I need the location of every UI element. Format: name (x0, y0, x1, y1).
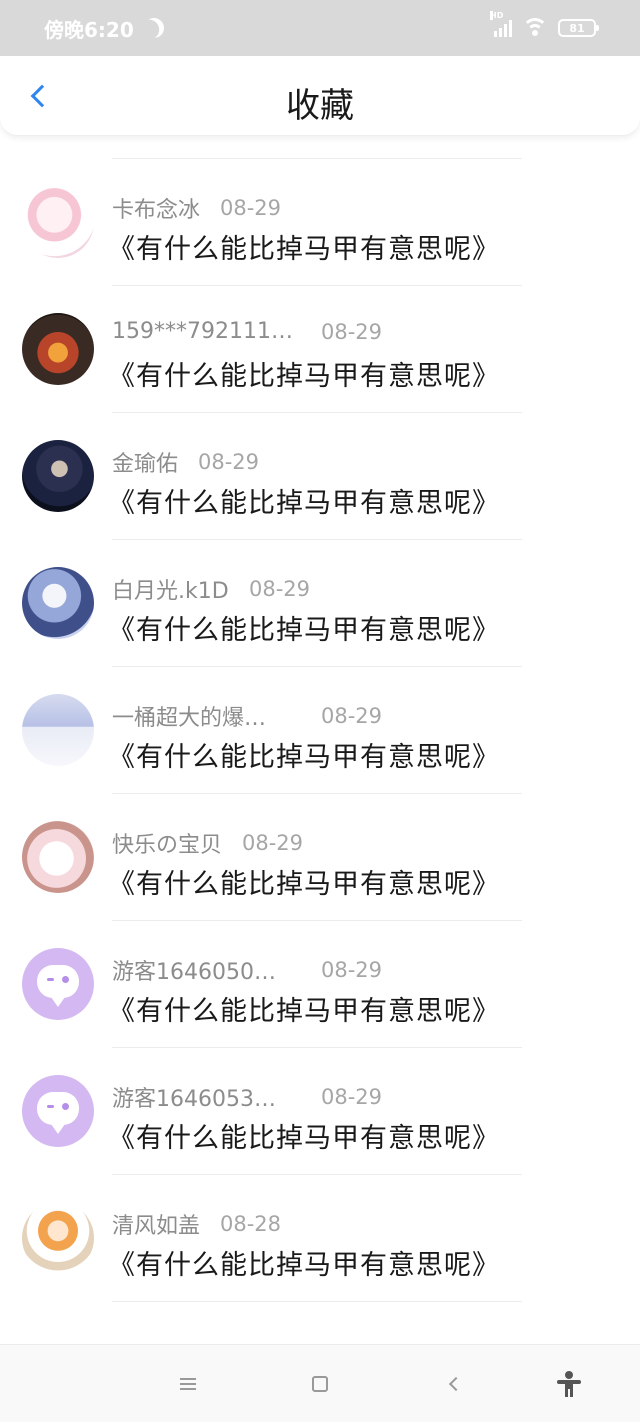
author-name[interactable]: 白月光.k1D (112, 573, 229, 605)
avatar[interactable] (22, 440, 94, 512)
status-time: 傍晚6:20 (44, 17, 134, 42)
list-item[interactable]: 白月光.k1D 08-29 《有什么能比掉马甲有意思呢》 (0, 540, 640, 667)
back-icon[interactable] (441, 1371, 467, 1397)
list-item[interactable]: 159***792111… 08-29 《有什么能比掉马甲有意思呢》 (0, 286, 640, 413)
author-name[interactable]: 快乐の宝贝 (112, 827, 222, 859)
post-date: 08-29 (321, 319, 383, 344)
avatar[interactable] (22, 313, 94, 385)
author-name[interactable]: 金瑜佑 (112, 446, 178, 478)
moon-icon (140, 14, 167, 41)
avatar[interactable] (22, 821, 94, 893)
post-date: 08-29 (242, 831, 304, 855)
system-nav-bar (0, 1344, 640, 1422)
work-title[interactable]: 《有什么能比掉马甲有意思呢》 (108, 481, 500, 520)
favorites-list[interactable]: 《有什么能比掉马甲有意思呢》卡布念冰08-29《有什么能比掉马甲有意思呢》159… (0, 130, 640, 1342)
post-date: 08-28 (220, 1212, 282, 1236)
menu-icon[interactable] (175, 1371, 201, 1397)
avatar[interactable] (22, 567, 94, 639)
avatar[interactable] (22, 1075, 94, 1147)
work-title[interactable]: 《有什么能比掉马甲有意思呢》 (108, 735, 500, 774)
work-title[interactable]: 《有什么能比掉马甲有意思呢》 (108, 1116, 500, 1155)
chat-bubble-icon (37, 965, 79, 1007)
work-title[interactable]: 《有什么能比掉马甲有意思呢》 (108, 354, 500, 393)
author-name[interactable]: 一桶超大的爆… (112, 700, 266, 732)
author-name[interactable]: 159***792111… (112, 319, 293, 344)
battery-level: 81 (569, 21, 585, 35)
status-bar: 傍晚6:20 HD 81 (0, 0, 640, 56)
work-title[interactable]: 《有什么能比掉马甲有意思呢》 (108, 989, 500, 1028)
post-date: 08-29 (198, 450, 260, 474)
avatar[interactable] (22, 186, 94, 258)
work-title[interactable]: 《有什么能比掉马甲有意思呢》 (108, 862, 500, 901)
signal-icon: HD (490, 11, 512, 37)
list-item[interactable]: 金瑜佑 08-29 《有什么能比掉马甲有意思呢》 (0, 413, 640, 540)
post-date: 08-29 (249, 577, 311, 601)
post-date: 08-29 (321, 958, 383, 982)
post-date: 08-29 (321, 1085, 383, 1109)
avatar[interactable] (22, 1202, 94, 1274)
list-item[interactable]: 游客1646050… 08-29 《有什么能比掉马甲有意思呢》 (0, 921, 640, 1048)
avatar[interactable] (22, 948, 94, 1020)
list-item[interactable]: 卡布念冰 08-29 《有什么能比掉马甲有意思呢》 (0, 159, 640, 286)
accessibility-icon[interactable] (556, 1371, 582, 1397)
work-title[interactable]: 《有什么能比掉马甲有意思呢》 (108, 608, 500, 647)
author-name[interactable]: 游客1646050… (112, 954, 276, 986)
post-date: 08-29 (220, 196, 282, 220)
work-title[interactable]: 《有什么能比掉马甲有意思呢》 (108, 227, 500, 266)
network-type-label: HD (490, 11, 504, 20)
home-icon[interactable] (307, 1371, 333, 1397)
list-item[interactable]: 快乐の宝贝 08-29 《有什么能比掉马甲有意思呢》 (0, 794, 640, 921)
wifi-icon (522, 18, 548, 38)
list-item[interactable]: 游客1646053… 08-29 《有什么能比掉马甲有意思呢》 (0, 1048, 640, 1175)
battery-icon: 81 (558, 19, 599, 37)
page-title: 收藏 (286, 86, 354, 126)
list-item[interactable]: 清风如盖 08-28 《有什么能比掉马甲有意思呢》 (0, 1175, 640, 1302)
author-name[interactable]: 游客1646053… (112, 1081, 276, 1113)
author-name[interactable]: 卡布念冰 (112, 192, 200, 224)
chat-bubble-icon (37, 1092, 79, 1134)
author-name[interactable]: 清风如盖 (112, 1208, 200, 1240)
avatar[interactable] (22, 694, 94, 766)
header: 收藏 (0, 56, 640, 136)
work-title[interactable]: 《有什么能比掉马甲有意思呢》 (108, 1243, 500, 1282)
divider (112, 1301, 522, 1302)
list-item[interactable]: 一桶超大的爆… 08-29 《有什么能比掉马甲有意思呢》 (0, 667, 640, 794)
post-date: 08-29 (321, 704, 383, 728)
